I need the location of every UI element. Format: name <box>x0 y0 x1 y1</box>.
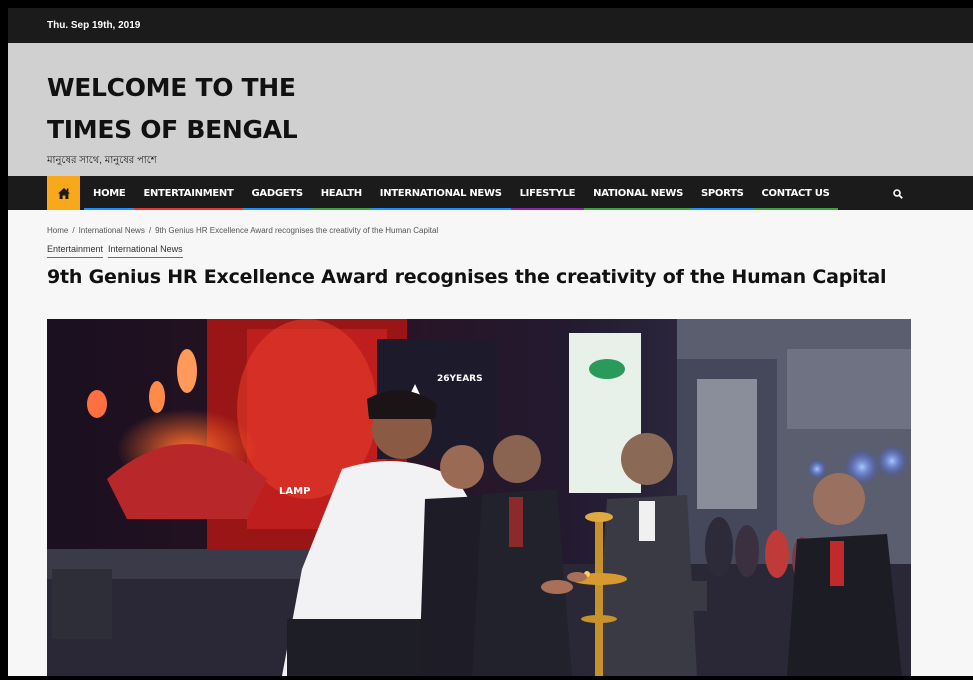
top-bar: Thu. Sep 19th, 2019 <box>8 8 973 43</box>
masthead: WELCOME TO THE TIMES OF BENGAL মানুষের স… <box>8 43 973 176</box>
article-content: Home / International News/9th Genius HR Ex… <box>8 210 973 288</box>
nav-item-underline <box>584 208 692 210</box>
nav-item-label: INTERNATIONAL NEWS <box>379 187 502 199</box>
nav-item-underline <box>370 208 511 210</box>
breadcrumb-international-news[interactable]: International News <box>79 226 145 235</box>
nav-item-label: HEALTH <box>320 187 362 199</box>
category-tags: Entertainment International News <box>47 244 973 258</box>
nav-item-entertainment[interactable]: ENTERTAINMENT <box>134 176 243 210</box>
current-date: Thu. Sep 19th, 2019 <box>47 20 141 31</box>
nav-item-contact-us[interactable]: CONTACT US <box>752 176 839 210</box>
nav-item-underline <box>84 208 135 210</box>
nav-item-label: HOME <box>93 187 126 199</box>
nav-item-underline <box>242 208 312 210</box>
home-icon <box>57 187 70 199</box>
nav-item-label: LIFESTYLE <box>519 187 576 199</box>
frame-top-border <box>0 0 973 8</box>
site-tagline: মানুষের সাথে, মানুষের পাশে <box>47 155 157 166</box>
search-button[interactable] <box>893 186 903 204</box>
main-navigation: HOME ENTERTAINMENT GADGETS HEALTH INTERNATIO… <box>8 176 973 210</box>
browser-frame: Thu. Sep 19th, 2019 WELCOME TO THE TIMES… <box>0 0 973 680</box>
nav-item-label: ENTERTAINMENT <box>143 187 234 199</box>
nav-item-gadgets[interactable]: GADGETS <box>242 176 312 210</box>
category-entertainment[interactable]: Entertainment <box>47 244 104 258</box>
site-title-line-1[interactable]: WELCOME TO THE <box>47 67 973 109</box>
featured-image: 26YEARS LAMP <box>47 319 911 676</box>
nav-item-international-news[interactable]: INTERNATIONAL NEWS <box>370 176 511 210</box>
nav-item-lifestyle[interactable]: LIFESTYLE <box>510 176 585 210</box>
stage-screen-text: LAMP <box>279 486 310 497</box>
nav-item-sports[interactable]: SPORTS <box>692 176 753 210</box>
nav-item-underline <box>692 208 753 210</box>
nav-item-label: NATIONAL NEWS <box>593 187 683 199</box>
stage-logo-text: 26YEARS <box>437 374 483 384</box>
breadcrumb: Home / International News/9th Genius HR Ex… <box>47 226 439 235</box>
nav-item-label: SPORTS <box>701 187 744 199</box>
nav-item-home[interactable]: HOME <box>84 176 135 210</box>
nav-item-underline <box>752 208 839 210</box>
nav-item-label: CONTACT US <box>761 187 830 199</box>
home-button[interactable] <box>47 176 80 210</box>
website: Thu. Sep 19th, 2019 WELCOME TO THE TIMES… <box>8 8 973 676</box>
nav-item-national-news[interactable]: NATIONAL NEWS <box>584 176 692 210</box>
site-title[interactable]: WELCOME TO THE TIMES OF BENGAL <box>47 67 973 151</box>
breadcrumb-current: 9th Genius HR Excellence Award recognise… <box>155 226 439 235</box>
category-international-news[interactable]: International News <box>108 244 183 258</box>
nav-item-underline <box>134 208 243 210</box>
search-icon <box>893 189 903 199</box>
nav-item-underline <box>510 208 585 210</box>
frame-left-border <box>0 0 8 680</box>
frame-bottom-border <box>0 676 973 680</box>
site-title-line-2[interactable]: TIMES OF BENGAL <box>47 109 973 151</box>
nav-item-health[interactable]: HEALTH <box>311 176 371 210</box>
nav-item-label: GADGETS <box>251 187 304 199</box>
nav-item-underline <box>311 208 371 210</box>
article-headline: 9th Genius HR Excellence Award recognise… <box>47 266 887 288</box>
breadcrumb-home[interactable]: Home <box>47 226 68 235</box>
